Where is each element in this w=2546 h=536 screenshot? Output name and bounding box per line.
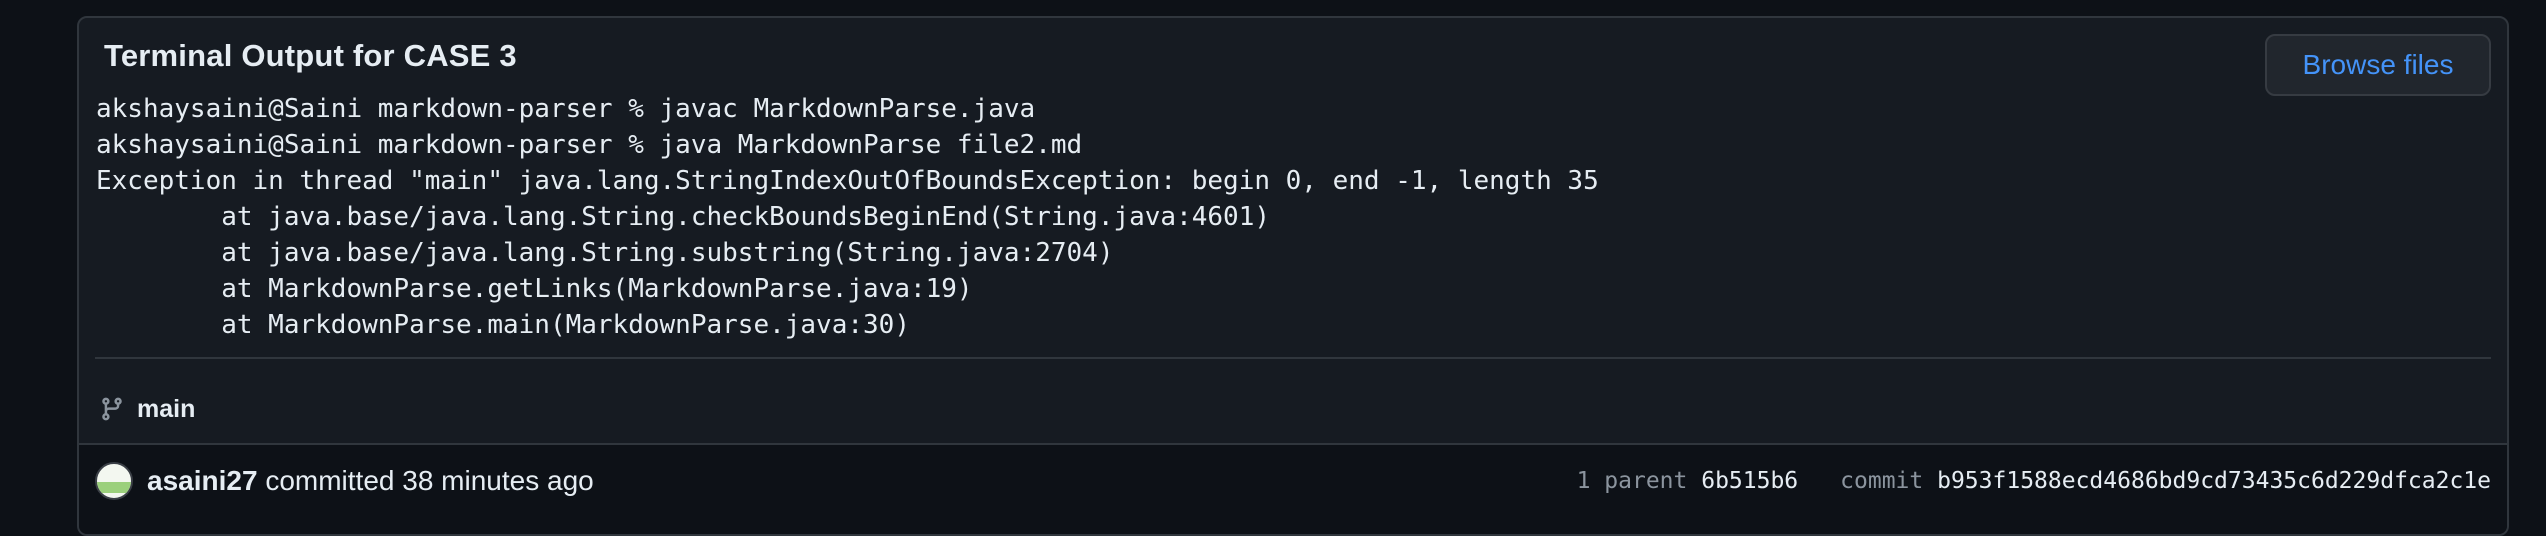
terminal-output: akshaysaini@Saini markdown-parser % java…	[96, 91, 1599, 343]
terminal-line: akshaysaini@Saini markdown-parser % java…	[96, 130, 1083, 160]
parent-sha-link[interactable]: 6b515b6	[1701, 468, 1798, 494]
author-link[interactable]: asaini27	[147, 465, 258, 496]
git-branch-icon	[99, 394, 125, 424]
divider	[95, 357, 2491, 359]
terminal-line: at java.base/java.lang.String.substring(…	[96, 238, 1114, 268]
card-title: Terminal Output for CASE 3	[104, 38, 517, 73]
commit-meta: 1 parent 6b515b6 commit b953f1588ecd4686b…	[1577, 468, 2491, 494]
branch-name: main	[137, 394, 196, 423]
commit-bar: asaini27 committed 38 minutes ago 1 pare…	[79, 443, 2507, 534]
commit-label: commit	[1840, 468, 1924, 494]
terminal-line: Exception in thread "main" java.lang.Str…	[96, 166, 1599, 196]
parent-label: 1 parent	[1576, 468, 1688, 494]
terminal-line: at MarkdownParse.main(MarkdownParse.java…	[96, 310, 910, 340]
terminal-line: akshaysaini@Saini markdown-parser % java…	[96, 94, 1036, 124]
commit-time: 38 minutes ago	[402, 465, 594, 496]
commit-action: committed	[265, 465, 395, 496]
terminal-line: at java.base/java.lang.String.checkBound…	[96, 202, 1270, 232]
avatar[interactable]	[95, 462, 133, 500]
commit-sha: b953f1588ecd4686bd9cd73435c6d229dfca2c1e	[1937, 468, 2491, 494]
browse-files-button[interactable]: Browse files	[2265, 34, 2491, 96]
commit-summary: asaini27 committed 38 minutes ago	[147, 465, 594, 497]
commit-card: Terminal Output for CASE 3 Browse files …	[77, 16, 2509, 536]
branch-link[interactable]: main	[99, 394, 195, 424]
terminal-line: at MarkdownParse.getLinks(MarkdownParse.…	[96, 274, 973, 304]
